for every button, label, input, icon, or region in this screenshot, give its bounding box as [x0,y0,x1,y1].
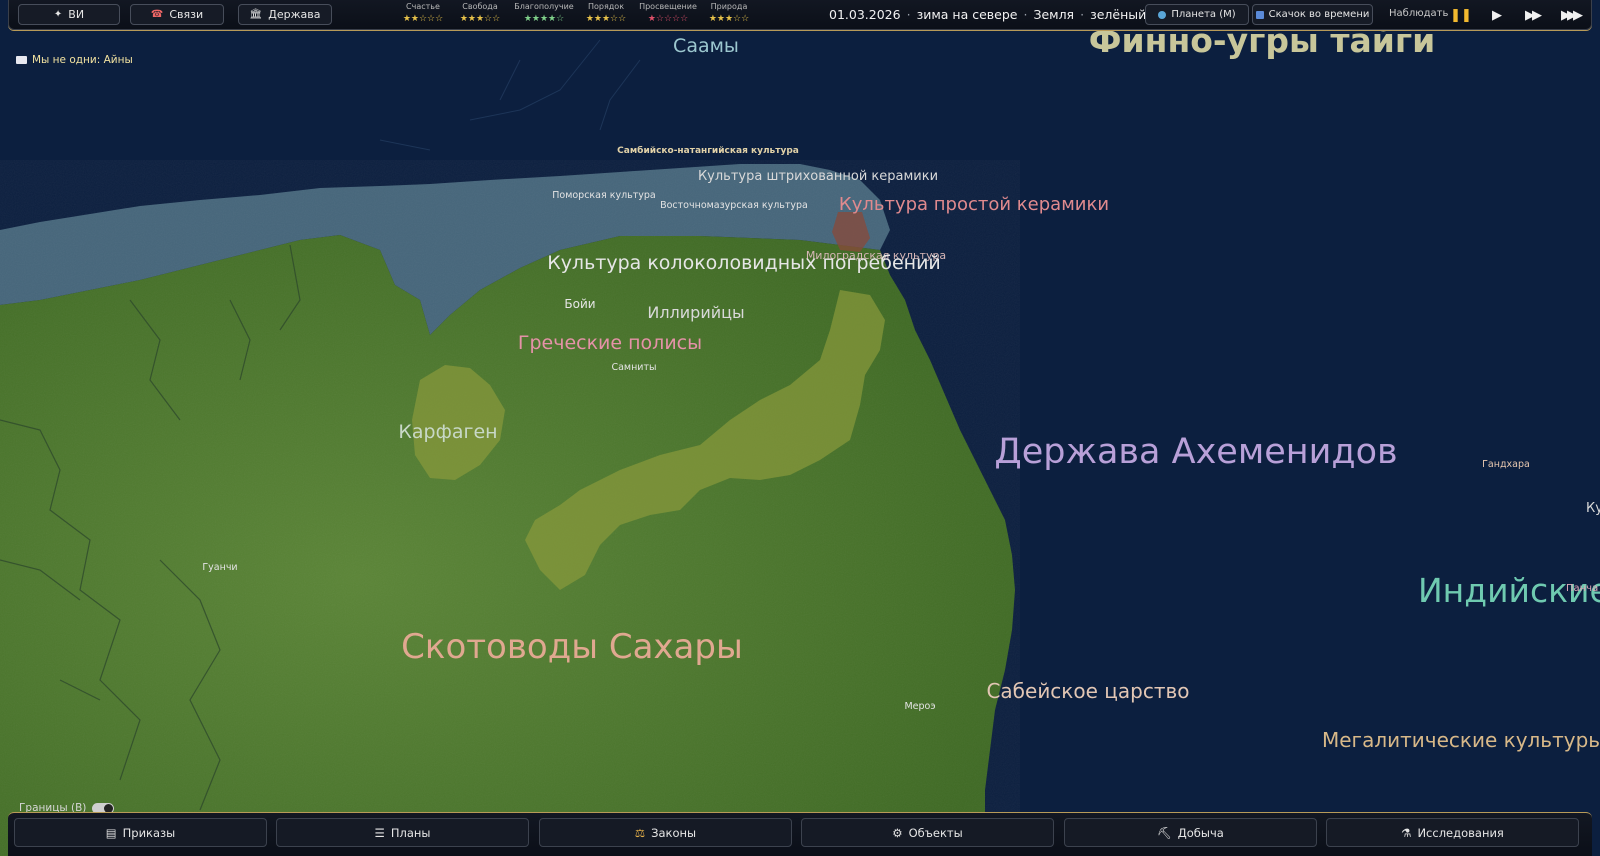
orders-button[interactable]: ▤ Приказы [14,818,267,847]
fast-forward-icon[interactable]: ▶▶ [1520,5,1544,25]
label-prostoy: Культура простой керамики [839,194,1109,215]
relations-button[interactable]: ☎ Связи [130,4,224,25]
stat-stars: ★★★☆☆ [585,14,627,24]
scales-icon: ⚖ [634,825,646,840]
label-karfagen: Карфаген [398,421,497,443]
label-shtrikh: Культура штрихованной керамики [698,169,938,184]
bottom-bar: ▤ Приказы ☰ Планы ⚖ Законы ⚙ Объекты ⛏ Д… [8,812,1592,856]
label-saamy: Саамы [673,35,739,57]
label-megalit: Мегалитические культуры [1322,728,1600,752]
season-label: зима на севере [916,7,1018,22]
world-map[interactable]: Саамы Финно-угры тайги Самбийско-натанги… [0,0,1600,856]
stat-freedom[interactable]: Свобода ★★★☆☆ [450,2,510,25]
label-saba: Сабейское царство [986,679,1189,703]
state-button-label: Держава [268,8,321,21]
label-samnity: Самниты [611,362,656,373]
relations-button-label: Связи [169,8,204,21]
world-name: Земля [1033,7,1075,22]
stat-name: Счастье [406,2,440,11]
plans-button[interactable]: ☰ Планы [276,818,529,847]
menu-icon: ☰ [374,825,385,840]
label-gandkhara: Гандхара [1482,459,1530,470]
stat-stars: ★★★☆☆ [708,14,750,24]
label-pomorskaya: Поморская культура [552,190,656,201]
pause-icon[interactable]: ❚❚ [1449,5,1473,25]
stat-name: Благополучие [514,2,574,11]
date-season-info: 01.03.2026 · зима на севере · Земля · зелёный … [829,7,1176,22]
stat-wellbeing[interactable]: Благополучие ★★★★☆ [514,2,574,25]
mining-button[interactable]: ⛏ Добыча [1064,818,1317,847]
stat-stars: ★☆☆☆☆ [647,14,689,24]
vi-button-label: ВИ [68,8,85,21]
fastest-forward-icon[interactable]: ▶▶▶ [1555,5,1585,25]
mining-label: Добыча [1177,825,1224,840]
stat-name: Порядок [587,2,625,11]
stat-name: Просвещение [639,2,697,11]
stat-stars: ★★★★☆ [523,14,565,24]
label-illiriytsy: Иллирийцы [647,303,744,322]
stat-stars: ★★☆☆☆ [402,14,444,24]
stat-enlightenment[interactable]: Просвещение ★☆☆☆☆ [638,2,698,25]
stat-order[interactable]: Порядок ★★★☆☆ [576,2,636,25]
flask-icon: ⚗ [1401,825,1412,840]
research-label: Исследования [1417,825,1504,840]
stat-stars: ★★★☆☆ [459,14,501,24]
label-kolokol: Культура колоколовидных погребений [547,252,941,274]
notice-text: Мы не одни: Айны [32,54,133,66]
label-grecheskie: Греческие полисы [518,332,702,354]
objects-label: Объекты [908,825,963,840]
watch-label[interactable]: Наблюдать [1389,8,1448,19]
label-boii: Бойи [564,297,595,311]
label-skotovody: Скотоводы Сахары [401,627,743,667]
envelope-icon [16,56,27,64]
time-jump-label: Скачок во времени [1268,9,1370,20]
pickaxe-icon: ⛏ [1157,825,1172,840]
objects-button[interactable]: ⚙ Объекты [801,818,1054,847]
label-vostochno: Восточномазурская культура [660,200,808,211]
orders-label: Приказы [122,825,176,840]
game-date: 01.03.2026 [829,7,901,22]
notice-message[interactable]: Мы не одни: Айны [16,54,133,66]
sparkle-icon: ✦ [53,9,63,20]
stat-happiness[interactable]: Счастье ★★☆☆☆ [393,2,453,25]
phone-icon: ☎ [150,9,164,20]
top-bar: ✦ ВИ ☎ Связи 🏛 Держава Счастье ★★☆☆☆ Сво… [8,0,1592,30]
label-meroe: Мероэ [904,701,935,712]
planet-button-label: Планета (М) [1171,9,1236,20]
stat-name: Природа [710,2,748,11]
state-button[interactable]: 🏛 Держава [238,4,332,25]
plans-label: Планы [390,825,431,840]
play-icon[interactable]: ▶ [1485,5,1509,25]
vi-button[interactable]: ✦ ВИ [18,4,120,25]
stat-name: Свобода [462,2,498,11]
laws-label: Законы [651,825,697,840]
research-button[interactable]: ⚗ Исследования [1326,818,1579,847]
planet-button[interactable]: Планета (М) [1145,4,1249,25]
label-sambiysko: Самбийско-натангийская культура [617,145,799,156]
label-kush: Ку [1586,501,1600,516]
label-guanchi: Гуанчи [202,562,237,573]
label-akhemenid: Держава Ахеменидов [994,432,1397,472]
gear-icon: ⚙ [892,825,903,840]
globe-icon [1158,10,1167,19]
stat-nature[interactable]: Природа ★★★☆☆ [699,2,759,25]
laws-button[interactable]: ⚖ Законы [539,818,792,847]
bank-icon: 🏛 [249,9,263,20]
label-panch: Панча [1566,583,1598,594]
fast-forward-square-icon [1255,10,1264,19]
time-jump-button[interactable]: Скачок во времени [1252,4,1373,25]
list-icon: ▤ [105,825,117,840]
